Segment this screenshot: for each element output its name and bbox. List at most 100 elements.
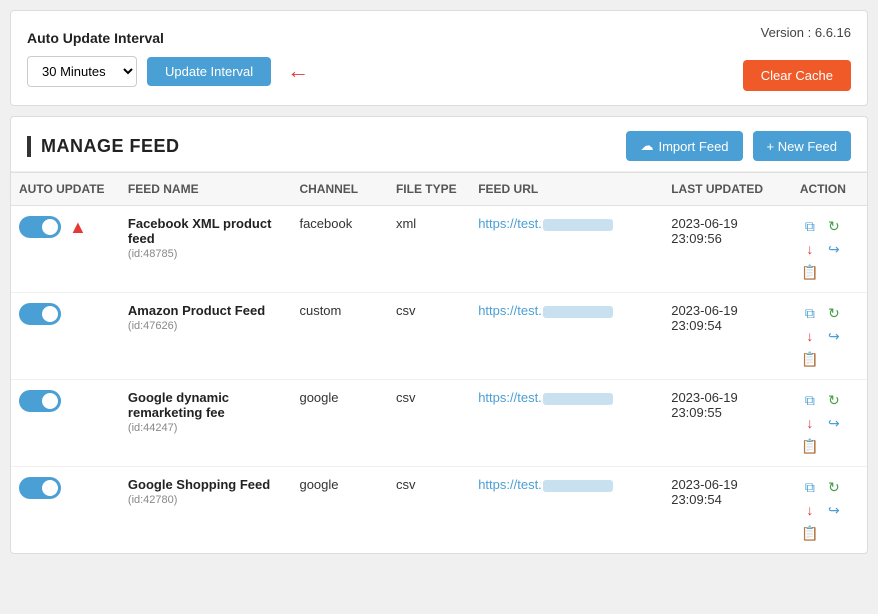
feed-name-cell: Amazon Product Feed (id:47626) [120,293,292,380]
toggle-container [19,303,112,325]
col-header-channel: CHANNEL [291,173,388,206]
auto-update-panel: Auto Update Interval 30 Minutes 1 Hour 2… [10,10,868,106]
external-link-icon[interactable]: ⧉ [800,303,820,323]
update-interval-button[interactable]: Update Interval [147,57,271,86]
feed-name-cell: Google dynamic remarketing fee (id:44247) [120,380,292,467]
feed-url[interactable]: https://test. [478,390,613,405]
feed-name: Amazon Product Feed [128,303,284,318]
feed-url[interactable]: https://test. [478,477,613,492]
action-cell: ⧉ ↻ ↓ ↪ 📋 [792,380,867,467]
feed-id: (id:47626) [128,320,284,332]
download-icon[interactable]: ↓ [800,413,820,433]
col-header-last-updated: LAST UPDATED [663,173,792,206]
feed-name: Google dynamic remarketing fee [128,390,284,420]
auto-update-toggle[interactable] [19,216,61,238]
external-link-icon[interactable]: ⧉ [800,390,820,410]
interval-select[interactable]: 30 Minutes 1 Hour 2 Hours 6 Hours 12 Hou… [27,56,137,87]
feed-url-cell: https://test. [470,206,663,293]
document-icon[interactable]: 📋 [800,349,820,369]
refresh-icon[interactable]: ↻ [824,390,844,410]
url-blurred [543,219,613,231]
action-row-1: ⧉ ↻ [800,303,859,323]
url-blurred [543,306,613,318]
channel-cell: google [291,467,388,554]
file-type-cell: csv [388,467,470,554]
feed-name: Facebook XML product feed [128,216,284,246]
action-row-3: 📋 [800,436,859,456]
feed-id: (id:48785) [128,248,284,260]
arrow-indicator-icon: ← [287,58,309,84]
manage-feed-panel: MANAGE FEED ☁ Import Feed + New Feed AUT… [10,116,868,554]
external-link-icon[interactable]: ⧉ [800,477,820,497]
forward-icon[interactable]: ↪ [824,326,844,346]
last-updated-cell: 2023-06-19 23:09:54 [663,467,792,554]
toggle-container: ▲ [19,216,112,238]
last-updated-cell: 2023-06-19 23:09:54 [663,293,792,380]
url-blurred [543,393,613,405]
table-row: Amazon Product Feed (id:47626) customcsvht… [11,293,867,380]
auto-update-cell: ▲ [11,206,120,293]
document-icon[interactable]: 📋 [800,262,820,282]
download-icon[interactable]: ↓ [800,500,820,520]
file-type-cell: xml [388,206,470,293]
action-icons: ⧉ ↻ ↓ ↪ 📋 [800,303,859,369]
action-row-2: ↓ ↪ [800,239,859,259]
col-header-feed-url: FEED URL [470,173,663,206]
channel-cell: facebook [291,206,388,293]
col-header-feed-name: FEED NAME [120,173,292,206]
col-header-file-type: FILE TYPE [388,173,470,206]
refresh-icon[interactable]: ↻ [824,477,844,497]
action-row-2: ↓ ↪ [800,326,859,346]
auto-update-cell [11,467,120,554]
feed-url[interactable]: https://test. [478,216,613,231]
document-icon[interactable]: 📋 [800,523,820,543]
feed-url-cell: https://test. [470,380,663,467]
channel-cell: custom [291,293,388,380]
file-type-cell: csv [388,380,470,467]
action-row-2: ↓ ↪ [800,413,859,433]
auto-update-toggle[interactable] [19,303,61,325]
forward-icon[interactable]: ↪ [824,500,844,520]
refresh-icon[interactable]: ↻ [824,216,844,236]
channel-cell: google [291,380,388,467]
import-feed-button[interactable]: ☁ Import Feed [626,131,742,161]
feed-table: AUTO UPDATE FEED NAME CHANNEL FILE TYPE … [11,172,867,553]
feed-url[interactable]: https://test. [478,303,613,318]
auto-update-toggle[interactable] [19,477,61,499]
arrow-up-red-icon: ▲ [69,217,87,238]
action-row-1: ⧉ ↻ [800,390,859,410]
auto-update-cell [11,380,120,467]
panel-right: Version : 6.6.16 Clear Cache [743,25,851,91]
document-icon[interactable]: 📋 [800,436,820,456]
action-cell: ⧉ ↻ ↓ ↪ 📋 [792,293,867,380]
toggle-container [19,390,112,412]
action-row-3: 📋 [800,349,859,369]
download-icon[interactable]: ↓ [800,239,820,259]
feed-url-cell: https://test. [470,467,663,554]
feed-id: (id:42780) [128,494,284,506]
feed-id: (id:44247) [128,422,284,434]
col-header-action: ACTION [792,173,867,206]
clear-cache-button[interactable]: Clear Cache [743,60,851,91]
action-row-3: 📋 [800,262,859,282]
file-type-cell: csv [388,293,470,380]
panel-title: Auto Update Interval [27,30,309,46]
feed-url-cell: https://test. [470,293,663,380]
feed-name-cell: Google Shopping Feed (id:42780) [120,467,292,554]
auto-update-cell [11,293,120,380]
auto-update-toggle[interactable] [19,390,61,412]
last-updated-cell: 2023-06-19 23:09:55 [663,380,792,467]
new-feed-button[interactable]: + New Feed [753,131,851,161]
refresh-icon[interactable]: ↻ [824,303,844,323]
feed-name-cell: Facebook XML product feed (id:48785) [120,206,292,293]
feed-name: Google Shopping Feed [128,477,284,492]
forward-icon[interactable]: ↪ [824,413,844,433]
cloud-upload-icon: ☁ [640,138,653,154]
forward-icon[interactable]: ↪ [824,239,844,259]
action-icons: ⧉ ↻ ↓ ↪ 📋 [800,477,859,543]
manage-feed-title: MANAGE FEED [27,136,180,157]
download-icon[interactable]: ↓ [800,326,820,346]
panel-controls: 30 Minutes 1 Hour 2 Hours 6 Hours 12 Hou… [27,56,309,87]
header-actions: ☁ Import Feed + New Feed [626,131,851,161]
external-link-icon[interactable]: ⧉ [800,216,820,236]
